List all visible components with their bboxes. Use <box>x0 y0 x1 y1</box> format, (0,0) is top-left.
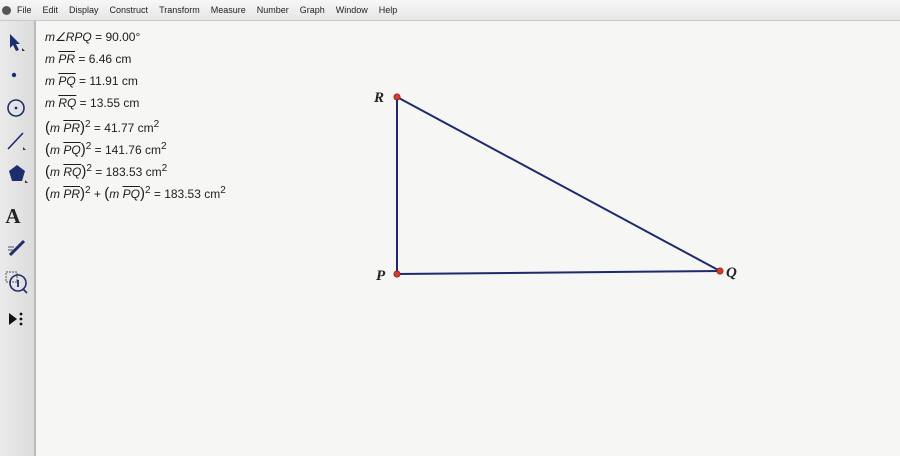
label-p[interactable]: P <box>376 268 386 284</box>
menu-construct[interactable]: Construct <box>110 5 149 15</box>
menu-file[interactable]: File <box>17 5 32 15</box>
polygon-tool[interactable] <box>0 158 34 188</box>
menu-graph[interactable]: Graph <box>300 5 325 15</box>
marker-tool[interactable] <box>0 233 34 263</box>
text-a-icon: A <box>5 203 21 228</box>
straightedge-tool[interactable] <box>0 125 34 155</box>
point-q[interactable] <box>716 267 724 275</box>
info-icon <box>5 271 28 294</box>
menu-help[interactable]: Help <box>379 5 398 15</box>
point-tool[interactable] <box>0 59 34 89</box>
sketch-canvas[interactable]: m∠RPQ = 90.00° m PR = 6.46 cm m PQ = 11.… <box>36 21 900 456</box>
triangle-construction: R P Q <box>373 90 737 284</box>
menu-measure[interactable]: Measure <box>211 5 246 15</box>
point-r[interactable] <box>393 93 401 101</box>
polygon-icon <box>9 165 28 183</box>
menu-number[interactable]: Number <box>257 5 289 15</box>
app-icon[interactable] <box>2 5 11 15</box>
segment-rq[interactable] <box>396 96 721 272</box>
arrow-tool[interactable] <box>0 27 34 57</box>
compass-tool[interactable] <box>0 93 34 123</box>
segment-pq[interactable] <box>396 270 721 275</box>
custom-tool[interactable] <box>0 304 34 334</box>
point-icon <box>11 72 17 78</box>
menu-display[interactable]: Display <box>69 5 99 15</box>
custom-tools-icon <box>9 312 23 326</box>
toolbox: A <box>0 21 36 456</box>
arrow-icon <box>10 34 25 51</box>
label-q[interactable]: Q <box>726 265 737 281</box>
marker-icon <box>8 239 26 257</box>
menu-edit[interactable]: Edit <box>43 5 59 15</box>
information-tool[interactable] <box>0 267 34 297</box>
menu-bar: File Edit Display Construct Transform Me… <box>0 0 900 21</box>
menu-window[interactable]: Window <box>336 5 368 15</box>
menu-transform[interactable]: Transform <box>159 5 200 15</box>
circle-icon <box>7 99 25 117</box>
point-p[interactable] <box>393 270 401 278</box>
label-r[interactable]: R <box>373 90 384 106</box>
text-tool[interactable]: A <box>0 201 34 231</box>
line-icon <box>7 132 26 150</box>
